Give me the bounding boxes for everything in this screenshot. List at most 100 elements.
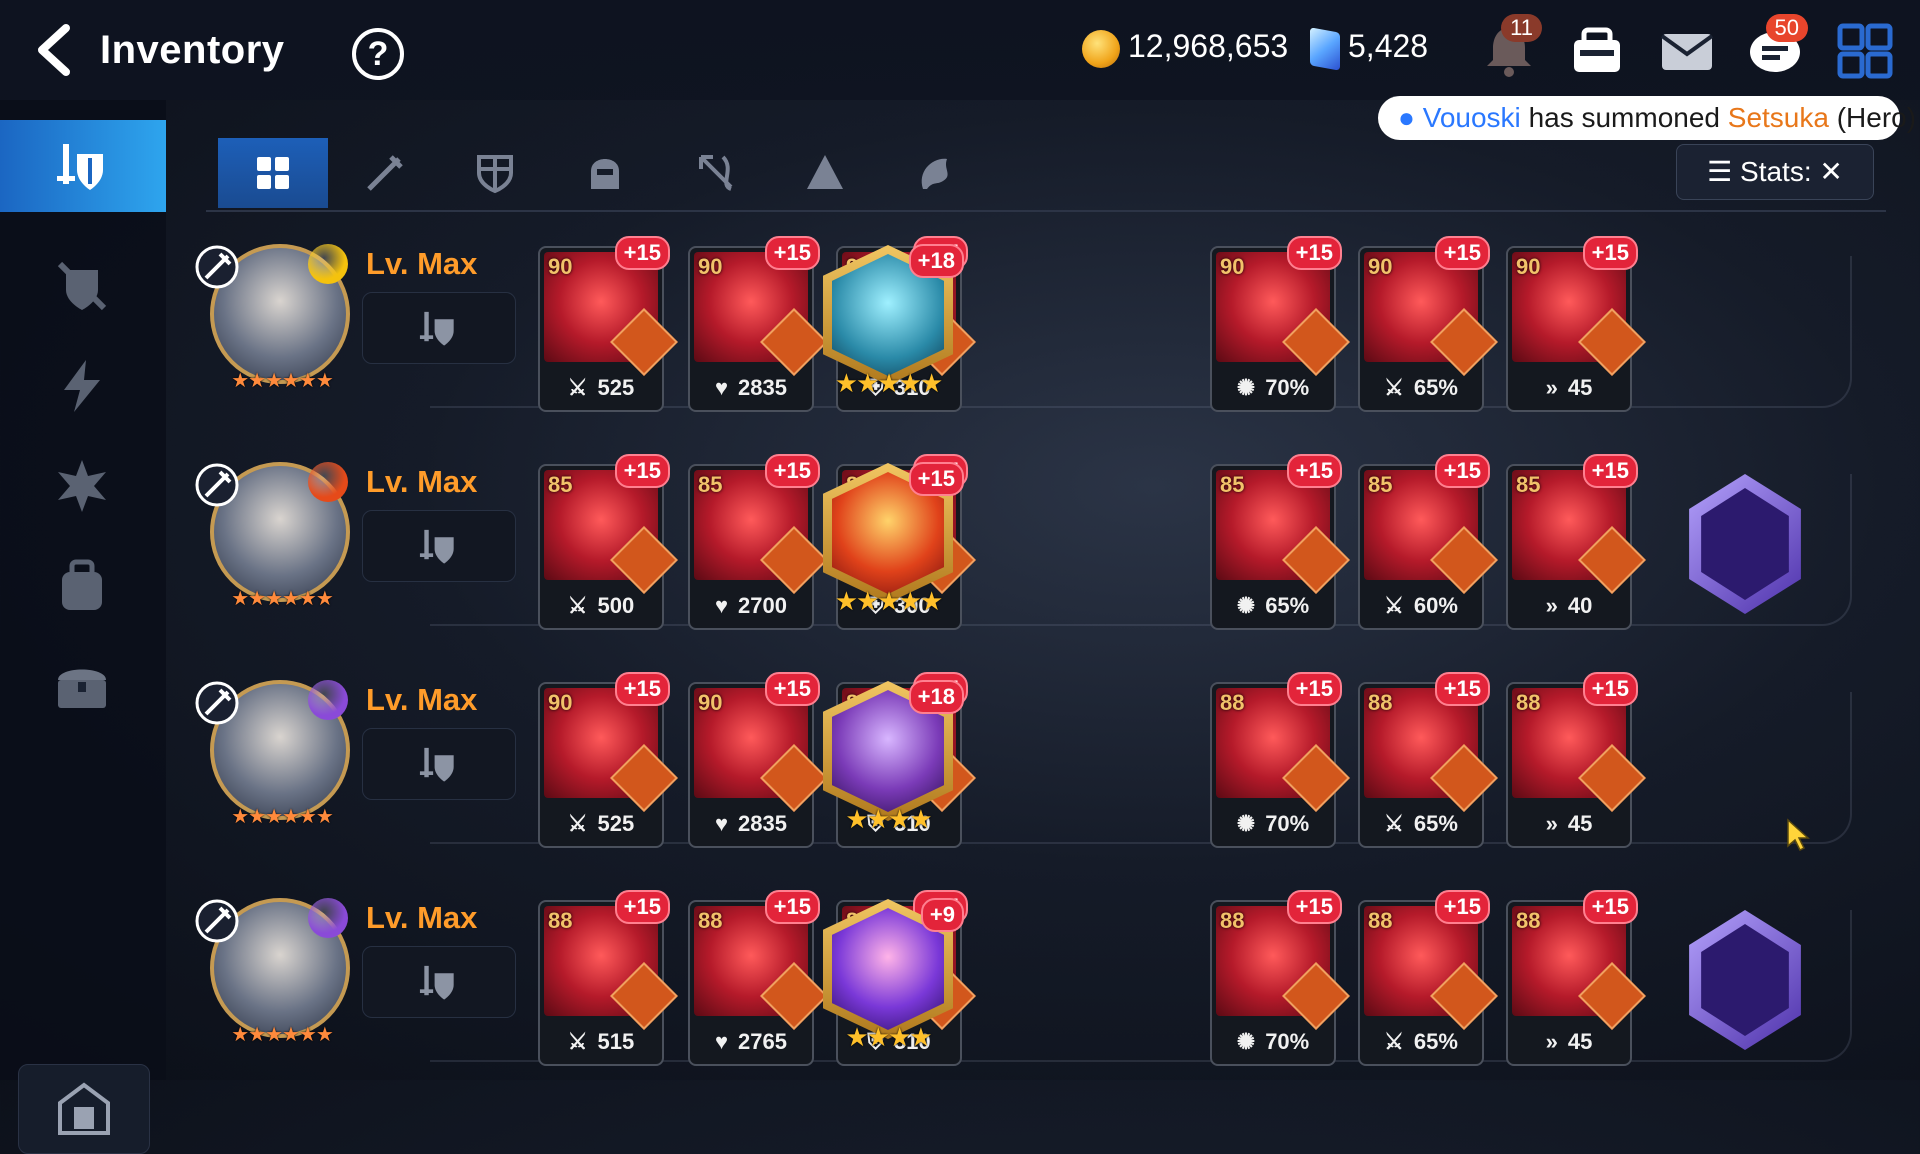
- chest-icon: [58, 669, 106, 708]
- notification-count: 11: [1501, 14, 1542, 42]
- tab-all[interactable]: [218, 138, 328, 208]
- gear-main-stat: » 45: [1508, 368, 1630, 408]
- mouse-cursor-icon: [1787, 818, 1810, 852]
- summon-announcement[interactable]: ● Vouoski has summoned Setsuka (Hero): [1378, 96, 1916, 140]
- gear-item[interactable]: 88 +15 ⚔ 65%: [1358, 672, 1498, 848]
- gear-enhance-badge: +15: [1434, 236, 1490, 270]
- gear-level: 90: [548, 690, 573, 715]
- health-icon: ♥: [714, 375, 729, 400]
- attack-icon: ⚔: [1384, 593, 1404, 618]
- help-icon[interactable]: ?: [352, 28, 404, 80]
- auto-equip-button[interactable]: [362, 292, 516, 364]
- gear-main-stat: » 45: [1508, 1022, 1630, 1062]
- gear-item[interactable]: 88 +15 ✺ 70%: [1210, 890, 1350, 1066]
- gear-item[interactable]: 90 +15 ⚔ 525: [538, 672, 678, 848]
- gear-item[interactable]: 88 +15 ✺ 70%: [1210, 672, 1350, 848]
- artifact-slot[interactable]: +9 ★★★★: [818, 894, 964, 1054]
- gear-item[interactable]: 90 +15 ♥ 2835: [688, 672, 828, 848]
- artifact-stars: ★★★★: [845, 1022, 932, 1052]
- gear-main-stat: ♥ 2835: [690, 368, 812, 408]
- announcement-player: Vouoski: [1422, 102, 1521, 133]
- sword-shield-icon: [419, 529, 454, 564]
- gear-item[interactable]: 85 +15 ⚔ 500: [538, 454, 678, 630]
- notification-bell-icon[interactable]: 11: [1478, 14, 1542, 82]
- exclusive-equipment-slot[interactable]: [1680, 910, 1810, 1050]
- sidebar-storage-button[interactable]: [18, 1064, 150, 1154]
- gear-item[interactable]: 90 +15 ⚔ 65%: [1358, 236, 1498, 412]
- exclusive-equipment-slot[interactable]: [1680, 474, 1810, 614]
- element-dark-icon: [308, 680, 348, 720]
- speed-icon: »: [1545, 593, 1558, 618]
- element-light-icon: [308, 244, 348, 284]
- gear-item[interactable]: 85 +15 ⚔ 60%: [1358, 454, 1498, 630]
- chat-icon[interactable]: 50: [1744, 14, 1808, 82]
- sidebar-item-unequipped[interactable]: [20, 240, 144, 332]
- storage-house-icon: [58, 1082, 110, 1135]
- auto-equip-button[interactable]: [362, 728, 516, 800]
- gear-item[interactable]: 90 +15 ✺ 70%: [1210, 236, 1350, 412]
- attack-icon: ⚔: [567, 593, 588, 618]
- gear-item[interactable]: 85 +15 ✺ 65%: [1210, 454, 1350, 630]
- gear-item[interactable]: 90 +15 ♥ 2835: [688, 236, 828, 412]
- hero-stars: ★★★★★★: [231, 588, 334, 610]
- tab-mage[interactable]: [770, 138, 880, 208]
- gear-main-stat: » 45: [1508, 804, 1630, 844]
- gear-enhance-badge: +15: [1286, 672, 1342, 706]
- gear-item[interactable]: 85 +15 » 40: [1506, 454, 1646, 630]
- mail-icon[interactable]: [1656, 20, 1718, 82]
- tab-ranged[interactable]: [660, 138, 770, 208]
- speed-icon: »: [1545, 375, 1558, 400]
- weapon-icon: [367, 155, 403, 191]
- announcement-text: has summoned: [1528, 102, 1720, 133]
- sidebar-item-enhance[interactable]: [20, 340, 144, 432]
- sidebar-item-extract[interactable]: [20, 440, 144, 532]
- gear-stat-value: 2700: [738, 593, 787, 618]
- auto-equip-button[interactable]: [362, 946, 516, 1018]
- crystal-currency[interactable]: 5,428: [1310, 26, 1428, 71]
- gear-item[interactable]: 88 +15 ⚔ 65%: [1358, 890, 1498, 1066]
- gear-main-stat: ⚔ 65%: [1360, 804, 1482, 844]
- sword-shield-icon: [419, 965, 454, 1000]
- gear-item[interactable]: 88 +15 ⚔ 515: [538, 890, 678, 1066]
- artifact-slot[interactable]: +18 ★★★★: [818, 676, 964, 836]
- gear-stat-value: 45: [1567, 1029, 1593, 1054]
- gear-stat-value: 45: [1567, 811, 1593, 836]
- hero-level: Lv. Max: [366, 900, 478, 935]
- health-icon: ♥: [714, 811, 729, 836]
- gear-enhance-badge: +15: [614, 890, 670, 924]
- back-arrow-icon[interactable]: [28, 22, 84, 78]
- gear-enhance-badge: +15: [1434, 672, 1490, 706]
- gear-stat-value: 65%: [1413, 1029, 1458, 1054]
- gear-main-stat: ♥ 2835: [690, 804, 812, 844]
- auto-equip-button[interactable]: [362, 510, 516, 582]
- element-dark-icon: [308, 898, 348, 938]
- sidebar-item-storage[interactable]: [20, 540, 144, 632]
- artifact-slot[interactable]: +15 ★★★★★: [818, 458, 964, 618]
- tab-soul-weaver[interactable]: [880, 138, 990, 208]
- gear-level: 85: [1368, 472, 1393, 497]
- hero-stars: ★★★★★★: [231, 1024, 334, 1046]
- gear-stat-value: 45: [1567, 375, 1593, 400]
- gear-item[interactable]: 88 +15 ♥ 2765: [688, 890, 828, 1066]
- gear-stat-value: 60%: [1413, 593, 1458, 618]
- menu-grid-icon[interactable]: [1834, 20, 1896, 82]
- hero-row: ★★★★★★ Lv. Max 88 +15 ⚔ 515 88 +15 ♥ 276…: [190, 880, 1870, 1070]
- gear-item[interactable]: 90 +15 ⚔ 525: [538, 236, 678, 412]
- gold-currency[interactable]: 12,968,653: [1082, 28, 1288, 68]
- mage-class-icon: [195, 681, 239, 725]
- tab-armor[interactable]: [440, 138, 550, 208]
- gear-enhance-badge: +15: [1434, 890, 1490, 924]
- artifact-slot[interactable]: +18 ★★★★★: [818, 240, 964, 400]
- tab-weapon[interactable]: [330, 138, 440, 208]
- sidebar-item-equipped[interactable]: [0, 120, 166, 212]
- gear-item[interactable]: 88 +15 » 45: [1506, 890, 1646, 1066]
- gear-item[interactable]: 90 +15 » 45: [1506, 236, 1646, 412]
- gear-item[interactable]: 88 +15 » 45: [1506, 672, 1646, 848]
- gear-level: 85: [548, 472, 573, 497]
- sidebar-item-chest[interactable]: [20, 640, 144, 732]
- gear-stat-value: 40: [1567, 593, 1593, 618]
- gear-item[interactable]: 85 +15 ♥ 2700: [688, 454, 828, 630]
- team-icon[interactable]: [1566, 20, 1628, 82]
- gear-stat-value: 515: [597, 1029, 635, 1054]
- tab-helmet[interactable]: [550, 138, 660, 208]
